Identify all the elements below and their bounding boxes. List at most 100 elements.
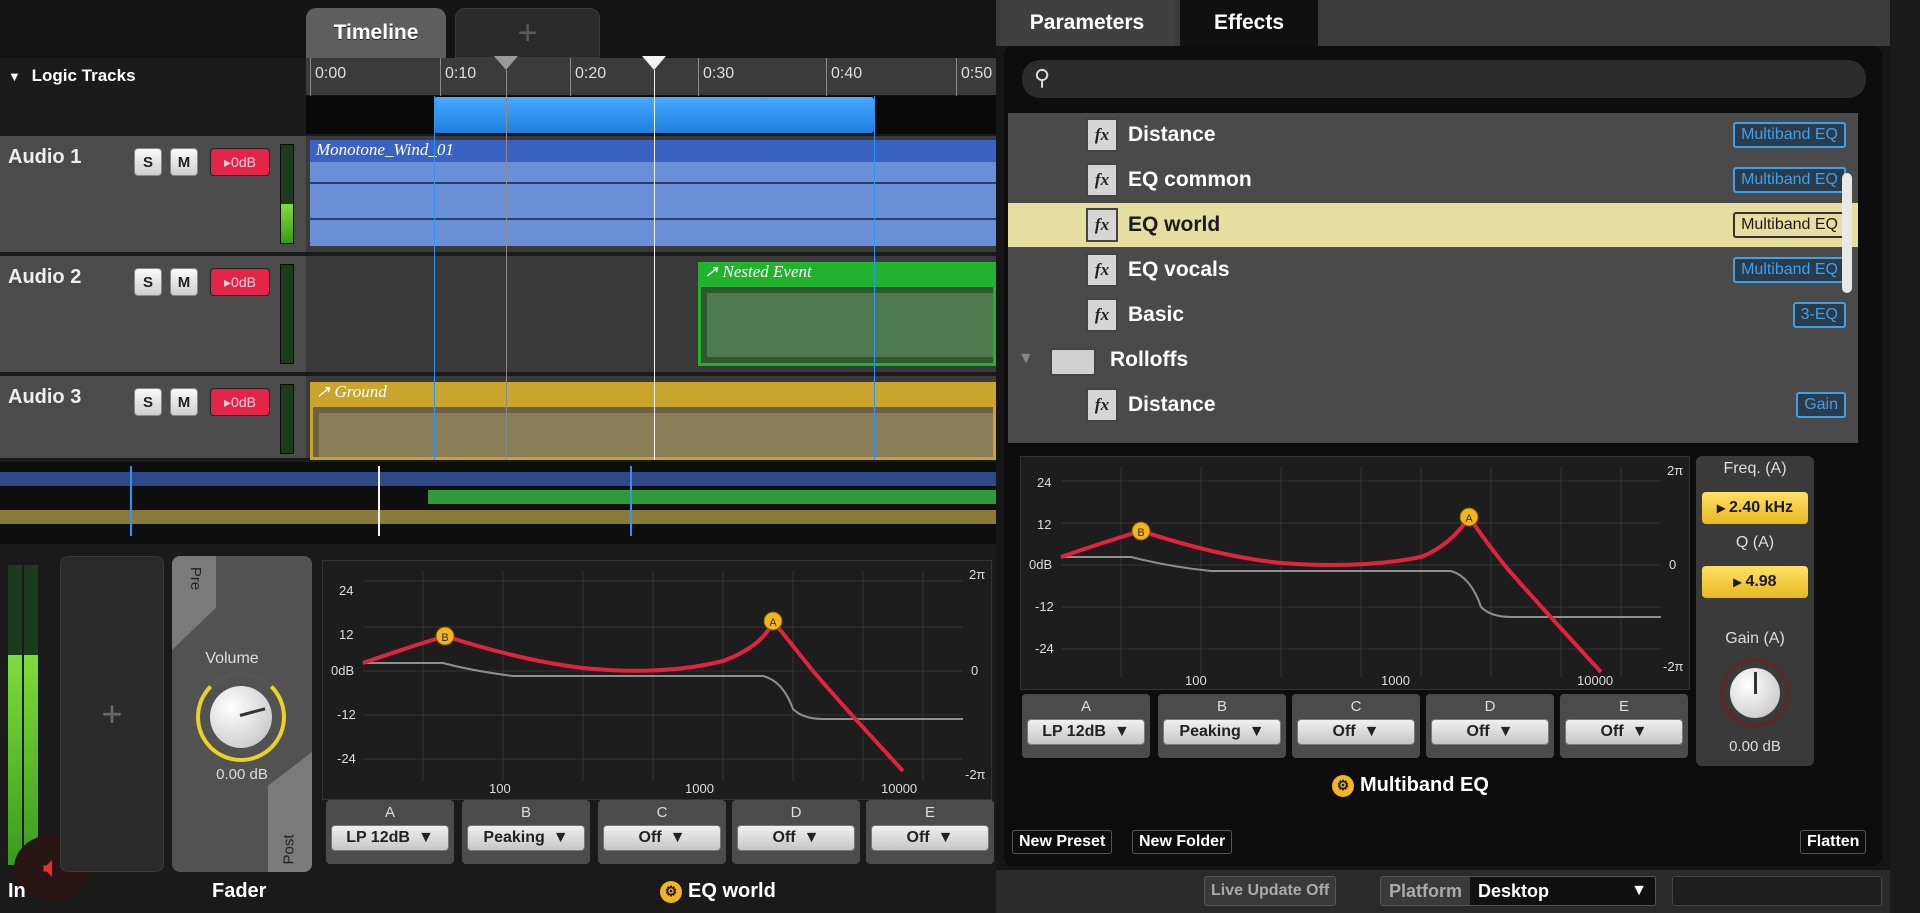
track-lane[interactable]: ↗ Nested Event — [306, 256, 996, 374]
eq-graph-svg: B A — [1060, 467, 1661, 677]
band-type-select[interactable]: Off ▼ — [871, 825, 989, 851]
mute-button[interactable]: M — [170, 388, 198, 416]
search-icon: ⚲ — [1034, 65, 1051, 90]
add-tab-button[interactable]: + — [455, 8, 600, 58]
band-a-control[interactable]: A LP 12dB ▼ — [326, 800, 454, 864]
eq-graph-svg: B A — [362, 571, 963, 781]
nested-event-body[interactable] — [698, 284, 996, 366]
audio-event-waveform[interactable] — [310, 162, 996, 246]
list-item[interactable]: fx Distance Gain — [1008, 383, 1858, 427]
band-type-value: Off — [638, 829, 662, 846]
band-type-select[interactable]: Off ▼ — [1297, 719, 1415, 745]
band-type-select[interactable]: LP 12dB ▼ — [1027, 719, 1145, 745]
tab-timeline[interactable]: Timeline — [306, 8, 446, 58]
track-lane[interactable]: Monotone_Wind_01 — [306, 136, 996, 254]
band-letter: A — [384, 804, 395, 821]
play-icon: ▸ — [224, 273, 232, 290]
overview-bar — [428, 490, 996, 504]
new-preset-button[interactable]: New Preset — [1012, 830, 1113, 854]
list-item[interactable]: fx EQ vocals Multiband EQ — [1008, 248, 1858, 292]
band-a-control[interactable]: A LP 12dB ▼ — [1022, 694, 1150, 758]
band-type-select[interactable]: Peaking ▼ — [467, 825, 585, 851]
band-e-control[interactable]: E Off ▼ — [1560, 694, 1688, 758]
eq-graph[interactable]: B A 24 12 0dB -12 -24 100 1000 10000 2π … — [322, 560, 992, 800]
band-type-select[interactable]: Off ▼ — [1565, 719, 1683, 745]
volume-knob[interactable] — [196, 672, 286, 762]
effect-type-badge: Gain — [1796, 392, 1846, 418]
volume-value: 0.00 dB — [216, 766, 268, 783]
band-type-select[interactable]: Off ▼ — [737, 825, 855, 851]
solo-button[interactable]: S — [134, 268, 162, 296]
overview-strip[interactable] — [0, 462, 996, 544]
mute-button[interactable]: M — [170, 268, 198, 296]
flatten-button[interactable]: Flatten — [1800, 830, 1867, 854]
band-type-value: Off — [772, 829, 796, 846]
play-icon: ▸ — [224, 393, 232, 410]
svg-text:A: A — [1465, 513, 1473, 525]
band-b-control[interactable]: B Peaking ▼ — [462, 800, 590, 864]
track-header[interactable]: Audio 1 S M ▸ 0dB — [0, 136, 306, 254]
input-meter — [8, 565, 22, 865]
track-header[interactable]: Audio 3 S M ▸ 0dB — [0, 376, 306, 460]
fader-label: Fader — [212, 880, 267, 902]
list-item[interactable]: fx EQ common Multiband EQ — [1008, 158, 1858, 202]
list-item[interactable]: fx Basic 3-EQ — [1008, 293, 1858, 337]
band-type-value: Peaking — [483, 829, 545, 846]
solo-button[interactable]: S — [134, 148, 162, 176]
eq-phase-tick: 0 — [971, 663, 979, 678]
band-d-control[interactable]: D Off ▼ — [732, 800, 860, 864]
playhead-marker[interactable] — [642, 56, 666, 70]
band-type-select[interactable]: Off ▼ — [1431, 719, 1549, 745]
band-type-select[interactable]: Peaking ▼ — [1163, 719, 1281, 745]
band-d-control[interactable]: D Off ▼ — [1426, 694, 1554, 758]
band-c-control[interactable]: C Off ▼ — [1292, 694, 1420, 758]
band-letter: E — [1618, 698, 1629, 715]
track-volume[interactable]: ▸ 0dB — [210, 388, 270, 416]
event-header[interactable]: Monotone_Wind_01 — [310, 140, 996, 162]
track-volume[interactable]: ▸ 0dB — [210, 268, 270, 296]
eq-y-tick: -12 — [1035, 599, 1054, 614]
band-type-select[interactable]: Off ▼ — [603, 825, 721, 851]
track-name: Audio 2 — [8, 266, 82, 288]
folder-item[interactable]: ▼ Rolloffs — [1008, 338, 1858, 382]
solo-button[interactable]: S — [134, 388, 162, 416]
eq-y-tick: 24 — [339, 583, 354, 598]
track-lane[interactable]: ↗ Ground — [306, 376, 996, 460]
play-icon: ▸ — [224, 153, 232, 170]
q-value-field[interactable]: ▸ 4.98 — [1702, 566, 1808, 598]
live-update-button[interactable]: Live Update Off — [1204, 876, 1337, 906]
freq-value-field[interactable]: ▸ 2.40 kHz — [1702, 492, 1808, 524]
event-header[interactable]: ↗ Nested Event — [698, 262, 996, 284]
new-folder-button[interactable]: New Folder — [1132, 830, 1233, 854]
band-type-select[interactable]: LP 12dB ▼ — [331, 825, 449, 851]
track-header[interactable]: Audio 2 S M ▸ 0dB — [0, 256, 306, 374]
track-volume[interactable]: ▸ 0dB — [210, 148, 270, 176]
band-b-control[interactable]: B Peaking ▼ — [1158, 694, 1286, 758]
band-letter: D — [790, 804, 802, 821]
list-scrollbar[interactable] — [1842, 173, 1852, 293]
list-item-selected[interactable]: fx EQ world Multiband EQ — [1008, 203, 1858, 247]
input-label: In — [8, 880, 26, 902]
tab-parameters[interactable]: Parameters — [1000, 0, 1174, 46]
event-name: Ground — [334, 382, 387, 401]
platform-select[interactable]: Platform Desktop ▼ — [1380, 876, 1656, 906]
effect-type-badge: Multiband EQ — [1733, 212, 1846, 238]
loop-start-marker[interactable] — [494, 56, 518, 70]
ruler-tick: 0:30 — [698, 58, 734, 96]
search-input[interactable]: ⚲ — [1022, 60, 1866, 98]
add-effect-button[interactable]: + — [60, 556, 164, 872]
logic-tracks-header[interactable]: ▼ Logic Tracks — [0, 58, 306, 134]
svg-text:A: A — [769, 617, 777, 629]
band-c-control[interactable]: C Off ▼ — [598, 800, 726, 864]
mute-button[interactable]: M — [170, 148, 198, 176]
tab-effects[interactable]: Effects — [1180, 0, 1318, 46]
eq-graph[interactable]: B A 24 12 0dB -12 -24 100 1000 10000 2π … — [1020, 456, 1690, 690]
list-item[interactable]: fx Distance Multiband EQ — [1008, 113, 1858, 157]
band-e-control[interactable]: E Off ▼ — [866, 800, 994, 864]
fx-icon: fx — [1086, 208, 1118, 242]
gain-knob[interactable] — [1720, 658, 1790, 728]
eq-phase-tick: -2π — [1663, 659, 1684, 674]
effect-title-text: EQ world — [688, 880, 776, 902]
event-header[interactable]: ↗ Ground — [310, 382, 996, 404]
nested-event-body[interactable] — [310, 404, 996, 460]
